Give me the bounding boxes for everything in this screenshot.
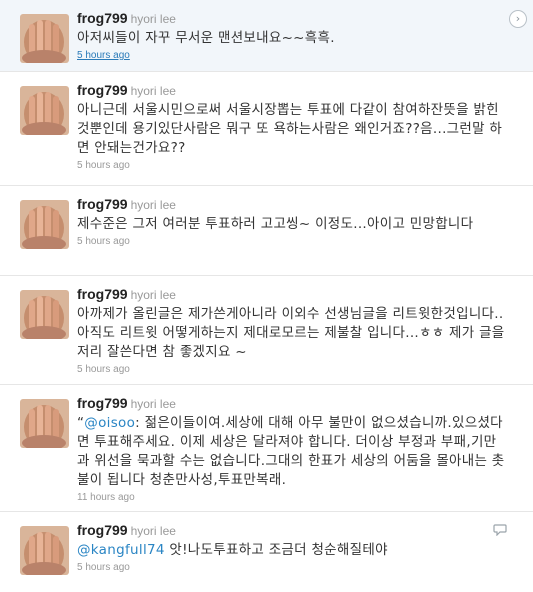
username-link[interactable]: frog799 [77, 10, 128, 26]
tweet-item[interactable]: frog799 hyori lee 아저씨들이 자꾸 무서운 맨션보내요~~흑흑.… [0, 0, 533, 72]
tweet-text-body: 앗!나도투표하고 조금더 청순해질테야 [164, 542, 388, 558]
avatar-image [20, 200, 69, 249]
username-link[interactable]: frog799 [77, 395, 128, 411]
username-link[interactable]: frog799 [77, 196, 128, 212]
reply-icon[interactable] [493, 524, 507, 536]
tweet-text: @kangfull74 앗!나도투표하고 조금더 청순해질테야 [77, 541, 509, 560]
tweet-text-body: : 젊은이들이여.세상에 대해 아무 불만이 없으셨습니까.있으셨다면 투표해주… [77, 415, 505, 488]
avatar-image [20, 399, 69, 448]
tweet-text: 제수준은 그저 여러분 투표하러 고고씽~ 이정도...아이고 민망합니다 [77, 216, 474, 232]
username-link[interactable]: frog799 [77, 522, 128, 538]
display-name: hyori lee [130, 524, 176, 538]
mention-link[interactable]: @oisoo [84, 415, 135, 431]
timestamp-link[interactable]: 5 hours ago [77, 160, 509, 171]
timeline: frog799 hyori lee 아저씨들이 자꾸 무서운 맨션보내요~~흑흑.… [0, 0, 533, 592]
display-name: hyori lee [130, 12, 176, 26]
tweet-text: 아까제가 올린글은 제가쓴게아니라 이외수 선생님글을 리트윗한것입니다.. 아… [77, 306, 505, 360]
timestamp-link[interactable]: 5 hours ago [77, 364, 509, 375]
avatar-image [20, 86, 69, 135]
display-name: hyori lee [130, 198, 176, 212]
avatar-image [20, 290, 69, 339]
display-name: hyori lee [130, 288, 176, 302]
tweet-item[interactable]: frog799 hyori lee 아니근데 서울시민으로써 서울시장뽑는 투표에… [0, 72, 533, 186]
timestamp-link[interactable]: 11 hours ago [77, 492, 509, 503]
display-name: hyori lee [130, 84, 176, 98]
tweet-item[interactable]: frog799 hyori lee 제수준은 그저 여러분 투표하러 고고씽~ 이… [0, 186, 533, 276]
mention-link[interactable]: @kangfull74 [77, 542, 165, 558]
avatar[interactable] [20, 200, 69, 249]
timestamp-link[interactable]: 5 hours ago [77, 236, 509, 247]
tweet-text: 아저씨들이 자꾸 무서운 맨션보내요~~흑흑. [77, 30, 335, 46]
avatar[interactable] [20, 399, 69, 448]
avatar-image [20, 14, 69, 63]
tweet-text: “@oisoo: 젊은이들이여.세상에 대해 아무 불만이 없으셨습니까.있으셨… [77, 414, 509, 490]
tweet-text: 아니근데 서울시민으로써 서울시장뽑는 투표에 다같이 참여하잔뜻을 밝힌것뿐인… [77, 102, 503, 156]
avatar[interactable] [20, 14, 69, 63]
avatar[interactable] [20, 86, 69, 135]
chevron-right-icon[interactable]: › [509, 10, 527, 28]
display-name: hyori lee [130, 397, 176, 411]
timestamp-link[interactable]: 5 hours ago [77, 50, 509, 61]
username-link[interactable]: frog799 [77, 286, 128, 302]
avatar[interactable] [20, 290, 69, 339]
tweet-item[interactable]: frog799 hyori lee @kangfull74 앗!나도투표하고 조금… [0, 512, 533, 592]
username-link[interactable]: frog799 [77, 82, 128, 98]
tweet-item[interactable]: frog799 hyori lee “@oisoo: 젊은이들이여.세상에 대해 … [0, 385, 533, 512]
tweet-item[interactable]: frog799 hyori lee 아까제가 올린글은 제가쓴게아니라 이외수 선… [0, 276, 533, 385]
